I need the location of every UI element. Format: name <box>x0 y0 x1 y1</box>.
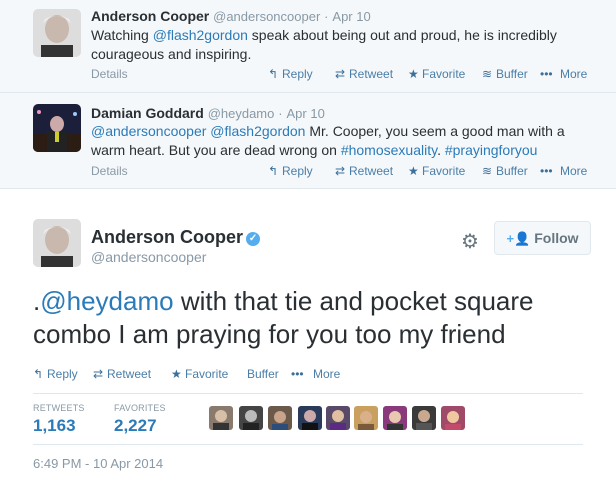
retweet-button[interactable]: ⇄ Retweet <box>93 367 151 381</box>
user-handle[interactable]: @andersoncooper <box>91 249 206 265</box>
more-button[interactable]: ••• More <box>291 367 340 381</box>
hashtag-link[interactable]: #homosexuality <box>341 142 437 158</box>
retweet-icon: ⇄ <box>335 67 346 81</box>
mention-link[interactable]: @andersoncooper <box>91 123 206 139</box>
avatar[interactable] <box>298 406 322 430</box>
user-name[interactable]: Anderson Cooper ✓ <box>91 227 261 248</box>
separator-dot: · <box>278 106 283 121</box>
favorite-icon: ★ <box>408 67 419 81</box>
buffer-button[interactable]: Buffer <box>247 367 279 381</box>
follow-person-icon: +👤 <box>506 231 531 246</box>
tweet-header: Anderson Cooper @andersoncooper · Apr 10 <box>91 8 371 24</box>
more-icon: ••• <box>291 367 304 381</box>
avatar[interactable] <box>412 406 436 430</box>
reply-button[interactable]: ↰ Reply <box>268 67 313 81</box>
tweet-text: Watching @flash2gordon speak about being… <box>91 27 557 62</box>
retweet-icon: ⇄ <box>335 164 346 178</box>
tweet-actions: Details ↰ Reply ⇄ Retweet ★ Favorite ≋ Buffe… <box>91 67 591 83</box>
avatar[interactable] <box>383 406 407 430</box>
more-button[interactable]: ••• More <box>540 67 587 81</box>
reply-icon: ↰ <box>268 67 279 81</box>
avatar[interactable] <box>33 104 81 152</box>
verified-icon: ✓ <box>246 232 261 246</box>
context-tweet-1[interactable]: Anderson Cooper @andersoncooper · Apr 10… <box>0 0 616 93</box>
context-tweet-2[interactable]: Damian Goddard @heydamo · Apr 10 @anders… <box>0 93 616 189</box>
divider <box>33 444 583 445</box>
avatar[interactable] <box>209 406 233 430</box>
details-link[interactable]: Details <box>91 67 128 81</box>
mention-link[interactable]: @flash2gordon <box>210 123 305 139</box>
favorite-button[interactable]: ★ Favorite <box>171 367 228 381</box>
hashtag-link[interactable]: #prayingforyou <box>445 142 538 158</box>
retweet-icon: ⇄ <box>93 367 104 381</box>
tweet-timestamp[interactable]: 6:49 PM - 10 Apr 2014 <box>33 456 163 471</box>
user-name[interactable]: Damian Goddard <box>91 105 204 121</box>
favorites-label: FAVORITES <box>114 403 166 413</box>
favorite-icon: ★ <box>408 164 419 178</box>
tweet-actions: Details ↰ Reply ⇄ Retweet ★ Favorite ≋ Buffe… <box>91 164 591 180</box>
avatar[interactable] <box>326 406 350 430</box>
buffer-button[interactable]: ≋ Buffer <box>482 164 528 178</box>
tweet-time[interactable]: Apr 10 <box>332 9 370 24</box>
retweets-count[interactable]: 1,163 <box>33 416 76 436</box>
more-icon: ••• <box>540 164 553 178</box>
buffer-icon: ≋ <box>482 164 493 178</box>
separator-dot: · <box>324 9 329 24</box>
tweet-header: Damian Goddard @heydamo · Apr 10 <box>91 105 325 121</box>
avatar[interactable] <box>441 406 465 430</box>
more-icon: ••• <box>540 67 553 81</box>
tweet-text: @andersoncooper @flash2gordon Mr. Cooper… <box>91 123 565 158</box>
tweet-time[interactable]: Apr 10 <box>287 106 325 121</box>
mention-link[interactable]: @flash2gordon <box>153 27 248 43</box>
user-handle[interactable]: @andersoncooper <box>213 9 320 24</box>
buffer-button[interactable]: ≋ Buffer <box>482 67 528 81</box>
avatar[interactable] <box>33 9 81 57</box>
user-handle[interactable]: @heydamo <box>208 106 275 121</box>
avatar[interactable] <box>354 406 378 430</box>
buffer-icon: ≋ <box>482 67 493 81</box>
gear-icon[interactable]: ⚙ <box>461 229 479 254</box>
reply-button[interactable]: ↰ Reply <box>268 164 313 178</box>
follow-button[interactable]: +👤 Follow <box>494 221 591 255</box>
reply-icon: ↰ <box>268 164 279 178</box>
divider <box>33 393 583 394</box>
favorite-button[interactable]: ★ Favorite <box>408 164 465 178</box>
favorite-button[interactable]: ★ Favorite <box>408 67 465 81</box>
avatar[interactable] <box>268 406 292 430</box>
retweet-button[interactable]: ⇄ Retweet <box>335 67 393 81</box>
retweets-label: RETWEETS <box>33 403 85 413</box>
tweet-actions: ↰ Reply ⇄ Retweet ★ Favorite Buffer ••• More <box>33 367 433 383</box>
user-name[interactable]: Anderson Cooper <box>91 8 209 24</box>
more-button[interactable]: ••• More <box>540 164 587 178</box>
avatar[interactable] <box>33 219 81 267</box>
reply-button[interactable]: ↰ Reply <box>33 367 78 381</box>
tweet-text: .@heydamo with that tie and pocket squar… <box>33 286 534 349</box>
retweet-button[interactable]: ⇄ Retweet <box>335 164 393 178</box>
avatar[interactable] <box>239 406 263 430</box>
favorite-icon: ★ <box>171 367 182 381</box>
favorites-count[interactable]: 2,227 <box>114 416 157 436</box>
mention-link[interactable]: @heydamo <box>40 286 173 316</box>
reply-icon: ↰ <box>33 367 44 381</box>
details-link[interactable]: Details <box>91 164 128 178</box>
